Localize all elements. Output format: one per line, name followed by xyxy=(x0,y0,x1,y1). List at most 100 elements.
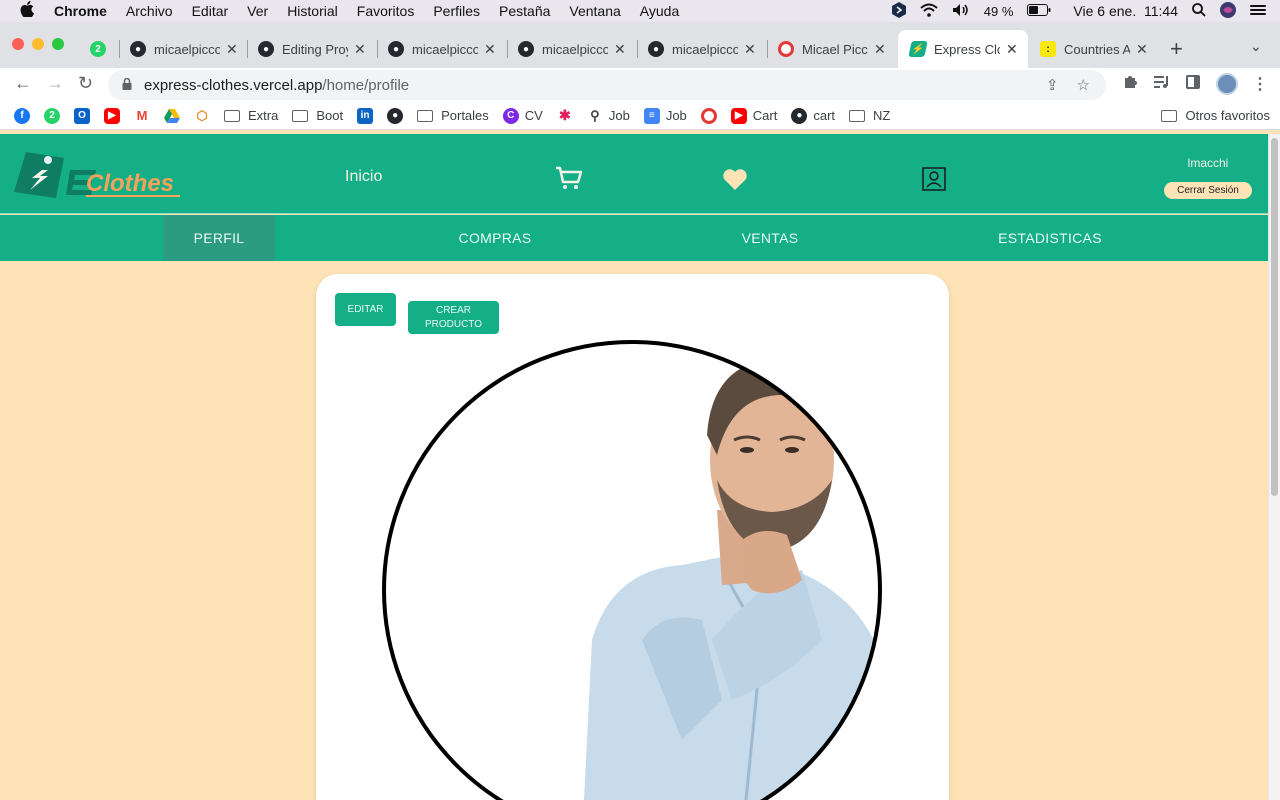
wifi-icon[interactable] xyxy=(920,3,938,20)
tab-whatsapp[interactable]: 2 xyxy=(78,30,118,68)
bookmark-box[interactable]: ⬡ xyxy=(194,107,210,124)
scrollbar-thumb[interactable] xyxy=(1271,138,1278,496)
reload-icon[interactable]: ↻ xyxy=(78,73,93,94)
bookmark-cv[interactable]: C CV xyxy=(502,107,543,124)
maximize-window-button[interactable] xyxy=(52,38,64,50)
menu-perfiles[interactable]: Perfiles xyxy=(433,3,480,19)
bookmark-slack[interactable]: ✱ xyxy=(556,107,573,124)
lock-icon[interactable] xyxy=(122,77,132,93)
forward-arrow-icon[interactable]: → xyxy=(46,73,64,94)
media-control-icon[interactable] xyxy=(1154,75,1170,94)
extensions-puzzle-icon[interactable] xyxy=(1122,74,1138,95)
create-product-button[interactable]: CREAR PRODUCTO xyxy=(408,301,499,334)
bookmark-gmail[interactable]: M xyxy=(134,107,150,124)
profile-avatar[interactable] xyxy=(1216,73,1238,95)
browser-toolbar: ← → ↻ express-clothes.vercel.app/home/pr… xyxy=(0,68,1280,102)
bookmark-folder-extra[interactable]: Extra xyxy=(224,108,278,123)
tab-micael[interactable]: Micael Picc ✕ xyxy=(766,30,896,68)
tab-title: Micael Picc xyxy=(802,41,868,57)
bookmark-folder-portales[interactable]: Portales xyxy=(417,108,489,123)
menu-ayuda[interactable]: Ayuda xyxy=(640,3,679,19)
tab-github-2[interactable]: ● Editing Proy ✕ xyxy=(246,30,376,68)
other-bookmarks[interactable]: Otros favoritos xyxy=(1161,108,1270,123)
menu-pestana[interactable]: Pestaña xyxy=(499,3,550,19)
dashlane-icon[interactable] xyxy=(891,1,906,21)
bookmark-cart-github[interactable]: ● cart xyxy=(791,107,835,124)
back-arrow-icon[interactable]: ← xyxy=(14,73,32,94)
menu-ver[interactable]: Ver xyxy=(247,3,268,19)
new-tab-icon[interactable]: + xyxy=(1170,36,1183,62)
tab-compras[interactable]: COMPRAS xyxy=(430,215,560,261)
folder-icon xyxy=(292,109,309,122)
tab-title: Express Clo xyxy=(934,41,1000,57)
chevron-down-icon[interactable]: ⌄ xyxy=(1250,38,1262,55)
github-icon: ● xyxy=(258,41,274,57)
bookmark-job-2[interactable]: ≡ Job xyxy=(643,107,687,124)
apple-menu-icon[interactable] xyxy=(20,1,40,21)
minimize-window-button[interactable] xyxy=(32,38,44,50)
tab-github-4[interactable]: ● micaelpicco ✕ xyxy=(506,30,636,68)
close-tab-icon[interactable]: ✕ xyxy=(354,41,366,58)
close-tab-icon[interactable]: ✕ xyxy=(1136,41,1148,58)
menu-app-name[interactable]: Chrome xyxy=(54,3,107,19)
tab-ventas[interactable]: VENTAS xyxy=(710,215,830,261)
siri-icon[interactable] xyxy=(1220,1,1236,21)
search-icon: ⚲ xyxy=(586,107,603,124)
close-tab-icon[interactable]: ✕ xyxy=(484,41,496,58)
target-icon xyxy=(778,41,794,57)
tab-estadisticas[interactable]: ESTADISTICAS xyxy=(985,215,1115,261)
address-bar[interactable]: express-clothes.vercel.app/home/profile … xyxy=(108,70,1106,100)
tab-perfil[interactable]: PERFIL xyxy=(163,215,275,261)
side-panel-icon[interactable] xyxy=(1186,74,1200,94)
bookmark-linkedin[interactable]: in xyxy=(357,107,374,124)
volume-icon[interactable] xyxy=(952,3,970,20)
target-icon xyxy=(700,107,717,124)
bookmark-job-1[interactable]: ⚲ Job xyxy=(586,107,630,124)
menu-ventana[interactable]: Ventana xyxy=(569,3,620,19)
close-window-button[interactable] xyxy=(12,38,24,50)
close-tab-icon[interactable]: ✕ xyxy=(1006,41,1018,58)
menu-historial[interactable]: Historial xyxy=(287,3,338,19)
close-tab-icon[interactable]: ✕ xyxy=(614,41,626,58)
control-center-icon[interactable] xyxy=(1250,3,1266,19)
bookmark-folder-boot[interactable]: Boot xyxy=(292,108,343,123)
bookmark-github[interactable]: ● xyxy=(387,107,404,124)
logout-button[interactable]: Cerrar Sesión xyxy=(1164,182,1252,199)
bookmark-cart-youtube[interactable]: ▶ Cart xyxy=(730,107,777,124)
favorites-heart-icon[interactable] xyxy=(722,168,748,197)
battery-icon[interactable] xyxy=(1027,3,1051,19)
bookmark-whatsapp[interactable]: 2 xyxy=(44,107,60,124)
tab-github-3[interactable]: ● micaelpicco ✕ xyxy=(376,30,506,68)
bookmark-folder-nz[interactable]: NZ xyxy=(849,108,890,123)
bookmark-facebook[interactable]: f xyxy=(14,107,30,124)
tab-express-clothes[interactable]: ⚡ Express Clo ✕ xyxy=(898,30,1028,68)
spotlight-search-icon[interactable] xyxy=(1192,2,1206,20)
tab-countries[interactable]: : Countries A ✕ xyxy=(1028,30,1156,68)
bookmark-star-icon[interactable]: ☆ xyxy=(1077,76,1090,94)
bookmark-target[interactable] xyxy=(700,107,717,124)
close-tab-icon[interactable]: ✕ xyxy=(874,41,886,58)
cart-icon[interactable] xyxy=(555,166,583,195)
clock[interactable]: Vie 6 ene. 11:44 xyxy=(1073,3,1178,19)
battery-percent: 49 % xyxy=(983,3,1014,19)
docs-icon: ≡ xyxy=(643,107,660,124)
menu-editar[interactable]: Editar xyxy=(192,3,229,19)
close-tab-icon[interactable]: ✕ xyxy=(226,41,238,58)
chrome-menu-icon[interactable]: ⋮ xyxy=(1252,74,1268,94)
menu-archivo[interactable]: Archivo xyxy=(126,3,173,19)
nav-home-link[interactable]: Inicio xyxy=(345,168,382,186)
close-tab-icon[interactable]: ✕ xyxy=(744,41,756,58)
github-icon: ● xyxy=(648,41,664,57)
tab-github-1[interactable]: ● micaelpicco ✕ xyxy=(118,30,246,68)
bookmark-outlook[interactable]: O xyxy=(74,107,90,124)
tab-github-5[interactable]: ● micaelpicco ✕ xyxy=(636,30,766,68)
express-clothes-logo[interactable]: Clothes xyxy=(12,144,182,206)
user-profile-icon[interactable] xyxy=(922,167,946,196)
drive-icon xyxy=(164,107,180,124)
bookmark-youtube[interactable]: ▶ xyxy=(104,107,120,124)
edit-profile-button[interactable]: EDITAR xyxy=(335,293,396,326)
menu-favoritos[interactable]: Favoritos xyxy=(357,3,415,19)
page-scrollbar[interactable] xyxy=(1268,134,1280,800)
share-icon[interactable]: ⇪ xyxy=(1046,76,1059,94)
bookmark-drive[interactable] xyxy=(164,107,180,124)
